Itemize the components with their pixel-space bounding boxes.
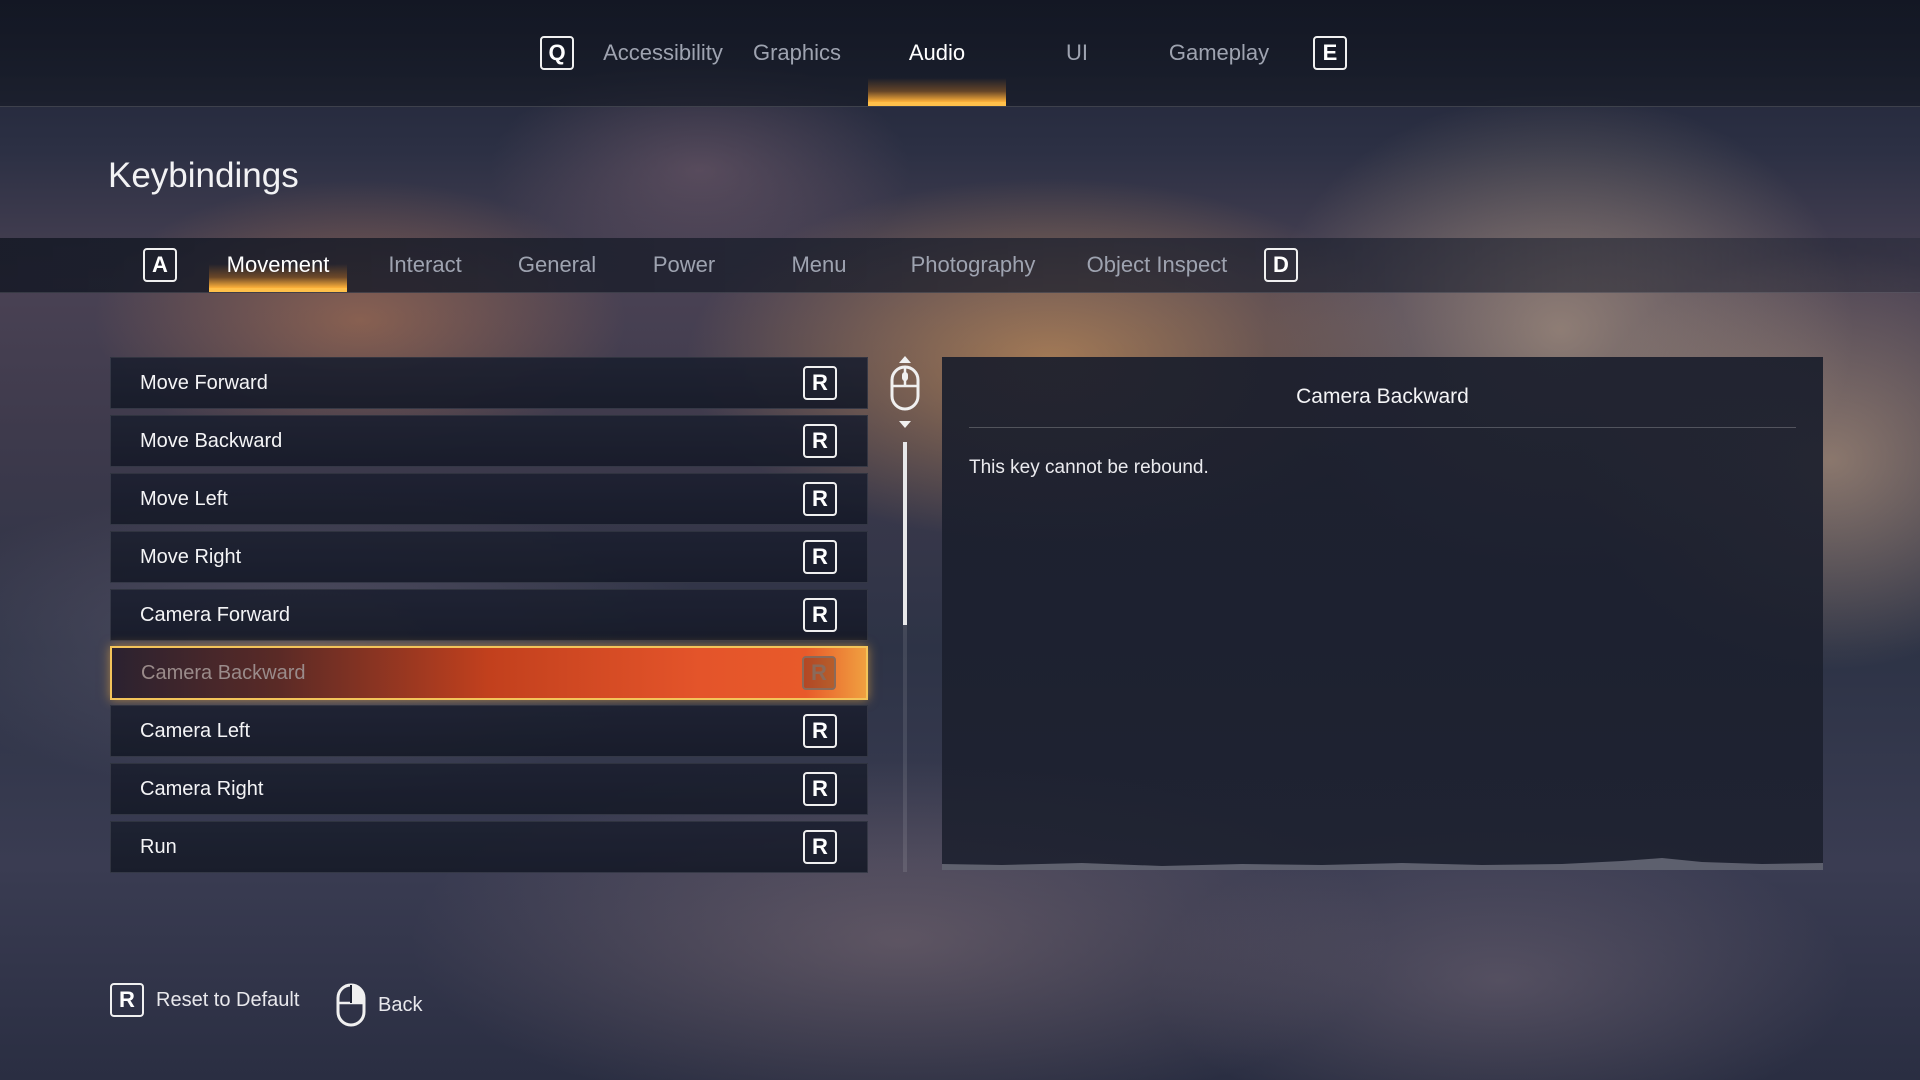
detail-panel-title: Camera Backward (969, 385, 1796, 428)
binding-key-icon: R (803, 830, 837, 864)
a-key-icon: A (143, 248, 177, 282)
d-key-icon: D (1264, 248, 1298, 282)
tab-general[interactable]: General (503, 238, 611, 292)
back-label: Back (378, 993, 423, 1016)
tab-label: UI (1066, 40, 1088, 65)
binding-action-label: Move Forward (140, 371, 268, 394)
binding-action-label: Camera Forward (140, 603, 291, 626)
tab-interact[interactable]: Interact (347, 238, 503, 292)
tab-movement[interactable]: Movement (209, 238, 347, 292)
tab-audio[interactable]: Audio (868, 0, 1006, 106)
binding-key-icon: R (803, 482, 837, 516)
binding-action-label: Camera Left (140, 719, 251, 742)
binding-row-camera-right[interactable]: Camera Right R (110, 763, 868, 815)
tab-graphics[interactable]: Graphics (736, 0, 858, 106)
binding-row-camera-forward[interactable]: Camera Forward R (110, 589, 868, 641)
reset-to-default-button[interactable]: R Reset to Default (110, 983, 299, 1017)
tab-label: Gameplay (1168, 40, 1270, 65)
binding-action-label: Move Right (140, 545, 242, 568)
binding-row-move-forward[interactable]: Move Forward R (110, 357, 868, 409)
tab-label: Object Inspect (1086, 252, 1228, 277)
tab-label: Movement (226, 252, 330, 277)
q-key-icon: Q (540, 36, 574, 70)
tab-object-inspect[interactable]: Object Inspect (1065, 238, 1249, 292)
binding-key-icon: R (803, 424, 837, 458)
tab-ui[interactable]: UI (1006, 0, 1148, 106)
sub-tab-bar: A Movement Interact General Power Menu P… (0, 238, 1920, 293)
detail-panel: Camera Backward This key cannot be rebou… (942, 357, 1823, 870)
mouse-scroll-icon (890, 356, 920, 428)
sub-tab-strip: A Movement Interact General Power Menu P… (138, 238, 1313, 292)
e-key-icon: E (1313, 36, 1347, 70)
binding-key-icon: R (803, 540, 837, 574)
prev-category-hint[interactable]: Q (524, 36, 590, 70)
tab-label: Audio (908, 40, 966, 65)
tab-label: Accessibility (603, 40, 723, 65)
tab-gameplay[interactable]: Gameplay (1148, 0, 1290, 106)
reset-label: Reset to Default (156, 988, 300, 1011)
binding-key-icon: R (803, 598, 837, 632)
binding-row-run[interactable]: Run R (110, 821, 868, 873)
tab-label: General (517, 252, 597, 277)
binding-key-icon: R (803, 714, 837, 748)
top-tab-strip: Q Accessibility Graphics Audio UI Gamepl… (524, 0, 1370, 106)
tab-accessibility[interactable]: Accessibility (590, 0, 736, 106)
binding-row-camera-backward[interactable]: Camera Backward R (110, 646, 868, 700)
page-title: Keybindings (108, 156, 299, 195)
tab-label: Photography (910, 252, 1036, 277)
binding-row-move-left[interactable]: Move Left R (110, 473, 868, 525)
mouse-right-click-icon (336, 983, 366, 1027)
top-tab-bar: Q Accessibility Graphics Audio UI Gamepl… (0, 0, 1920, 107)
list-scrollbar[interactable] (903, 442, 907, 872)
tab-label: Interact (388, 252, 462, 277)
tab-label: Graphics (752, 40, 842, 65)
tab-menu[interactable]: Menu (757, 238, 881, 292)
binding-action-label: Move Backward (140, 429, 283, 452)
binding-key-icon: R (803, 366, 837, 400)
scrollbar-thumb[interactable] (903, 442, 907, 625)
binding-action-label: Camera Backward (141, 661, 306, 684)
binding-key-icon: R (803, 772, 837, 806)
next-subcategory-hint[interactable]: D (1249, 248, 1313, 282)
tab-photography[interactable]: Photography (881, 238, 1065, 292)
tab-label: Menu (791, 252, 847, 277)
tab-power[interactable]: Power (611, 238, 757, 292)
binding-row-move-right[interactable]: Move Right R (110, 531, 868, 583)
binding-row-camera-left[interactable]: Camera Left R (110, 705, 868, 757)
detail-panel-description: This key cannot be rebound. (969, 457, 1209, 478)
binding-key-icon: R (802, 656, 836, 690)
binding-action-label: Run (140, 835, 177, 858)
back-button[interactable]: Back (336, 983, 422, 1027)
tab-label: Power (652, 252, 716, 277)
r-key-icon: R (110, 983, 144, 1017)
binding-row-move-backward[interactable]: Move Backward R (110, 415, 868, 467)
binding-action-label: Camera Right (140, 777, 264, 800)
binding-action-label: Move Left (140, 487, 228, 510)
next-category-hint[interactable]: E (1290, 36, 1370, 70)
prev-subcategory-hint[interactable]: A (138, 248, 182, 282)
torn-edge-decoration (942, 858, 1823, 870)
